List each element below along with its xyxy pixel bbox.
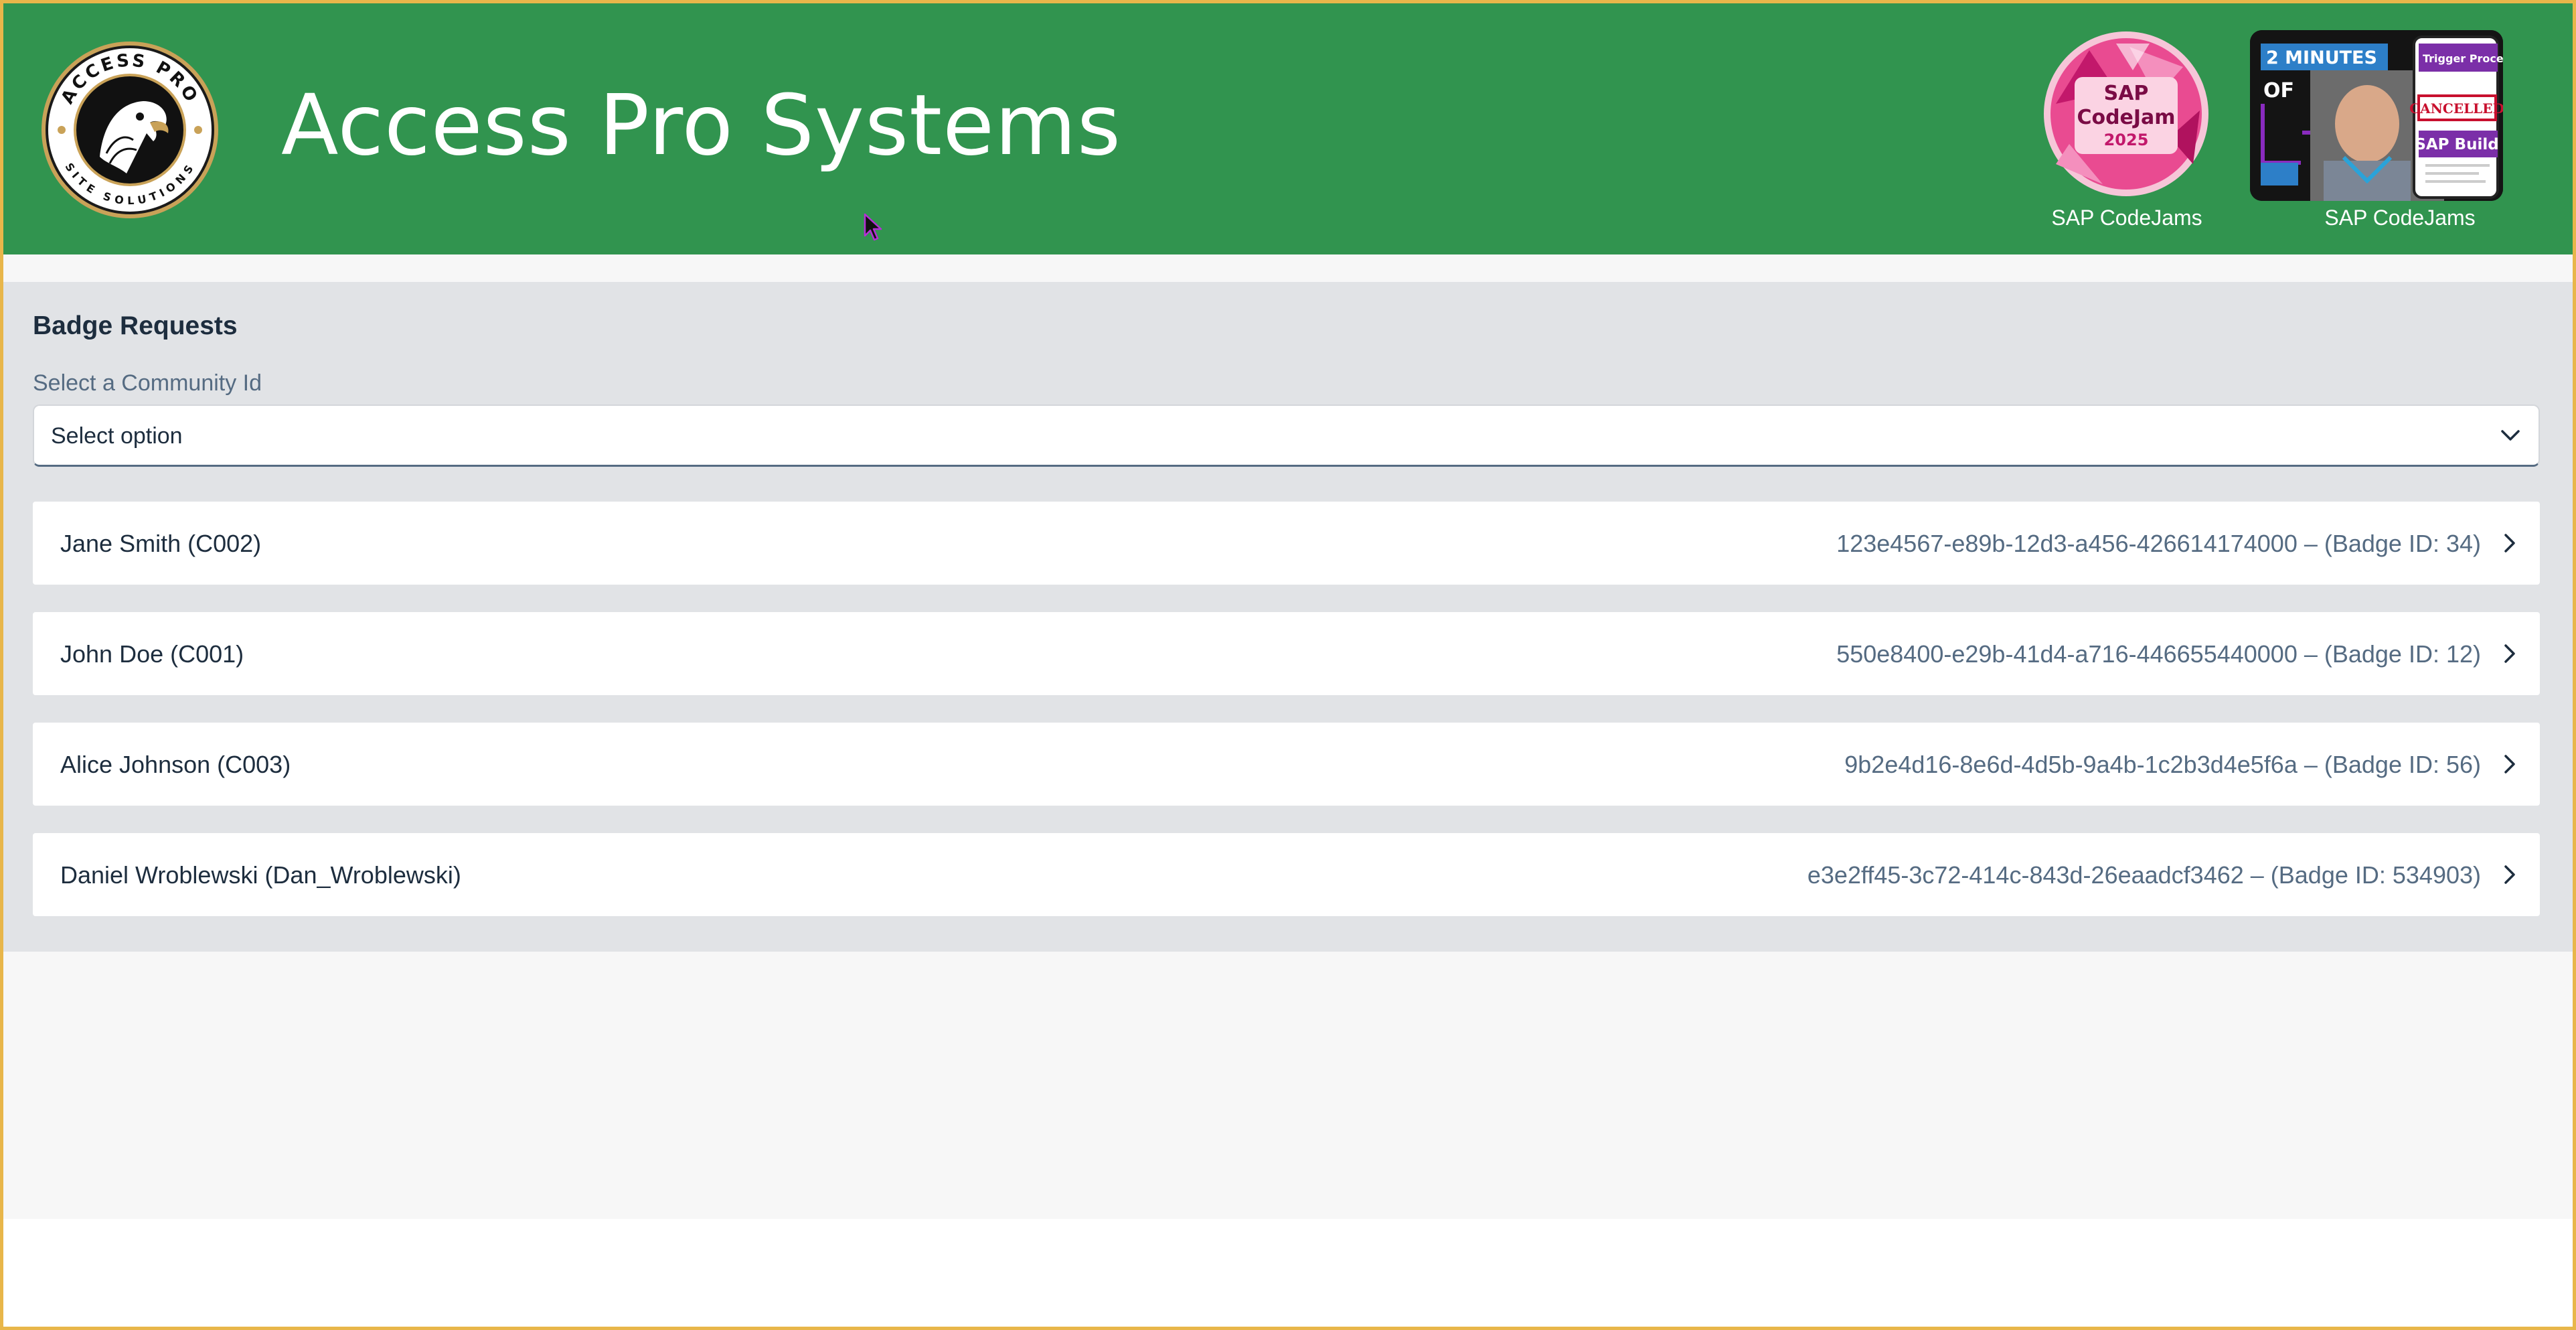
chevron-right-icon: [2504, 755, 2515, 773]
badge-line3: 2025: [2104, 131, 2149, 149]
company-logo: ACCESS PRO SITE SOLUTIONS: [42, 42, 218, 218]
video-thumbnail[interactable]: 2 MINUTES OF Trigger Process - #4 CANCEL…: [2250, 30, 2503, 201]
list-item[interactable]: Jane Smith (C002) 123e4567-e89b-12d3-a45…: [33, 502, 2540, 585]
badge-thumbnail-label: SAP CodeJams: [2051, 206, 2202, 230]
list-item-info: e3e2ff45-3c72-414c-843d-26eaadcf3462 – (…: [1807, 861, 2481, 889]
badge-request-list: Jane Smith (C002) 123e4567-e89b-12d3-a45…: [33, 502, 2540, 944]
video-stamp: CANCELLED: [2409, 100, 2503, 117]
list-item-name: Daniel Wroblewski (Dan_Wroblewski): [60, 861, 461, 889]
panel-title: Badge Requests: [33, 311, 238, 340]
video-thumbnail-label: SAP CodeJams: [2324, 206, 2476, 230]
video-line2: OF: [2263, 79, 2294, 102]
badge-line1: SAP: [2104, 82, 2149, 105]
codejam-badge-thumbnail[interactable]: SAP CodeJam 2025: [2042, 30, 2210, 198]
list-item[interactable]: Daniel Wroblewski (Dan_Wroblewski) e3e2f…: [33, 833, 2540, 916]
video-line1: 2 MINUTES: [2266, 48, 2377, 68]
list-item-name: John Doe (C001): [60, 640, 244, 668]
mouse-cursor-icon: [864, 213, 882, 241]
select-value: Select option: [51, 423, 183, 449]
list-item-info: 550e8400-e29b-41d4-a716-446655440000 – (…: [1836, 640, 2481, 668]
list-item-info: 9b2e4d16-8e6d-4d5b-9a4b-1c2b3d4e5f6a – (…: [1844, 751, 2481, 778]
video-tag: Trigger Process - #4: [2423, 52, 2503, 65]
community-id-select[interactable]: Select option: [33, 404, 2540, 467]
chevron-down-icon: [2501, 430, 2520, 441]
list-item[interactable]: Alice Johnson (C003) 9b2e4d16-8e6d-4d5b-…: [33, 723, 2540, 806]
community-id-label: Select a Community Id: [33, 370, 262, 396]
list-item-name: Jane Smith (C002): [60, 530, 262, 557]
chevron-right-icon: [2504, 865, 2515, 884]
chevron-right-icon: [2504, 534, 2515, 552]
video-product: SAP Build: [2415, 136, 2498, 153]
header: ACCESS PRO SITE SOLUTIONS Access Pro Sys…: [3, 3, 2573, 254]
list-item-name: Alice Johnson (C003): [60, 751, 291, 778]
list-item-info: 123e4567-e89b-12d3-a456-426614174000 – (…: [1836, 530, 2481, 557]
list-item[interactable]: John Doe (C001) 550e8400-e29b-41d4-a716-…: [33, 612, 2540, 695]
app-title: Access Pro Systems: [281, 77, 1121, 174]
chevron-right-icon: [2504, 644, 2515, 663]
badge-line2: CodeJam: [2077, 106, 2175, 129]
